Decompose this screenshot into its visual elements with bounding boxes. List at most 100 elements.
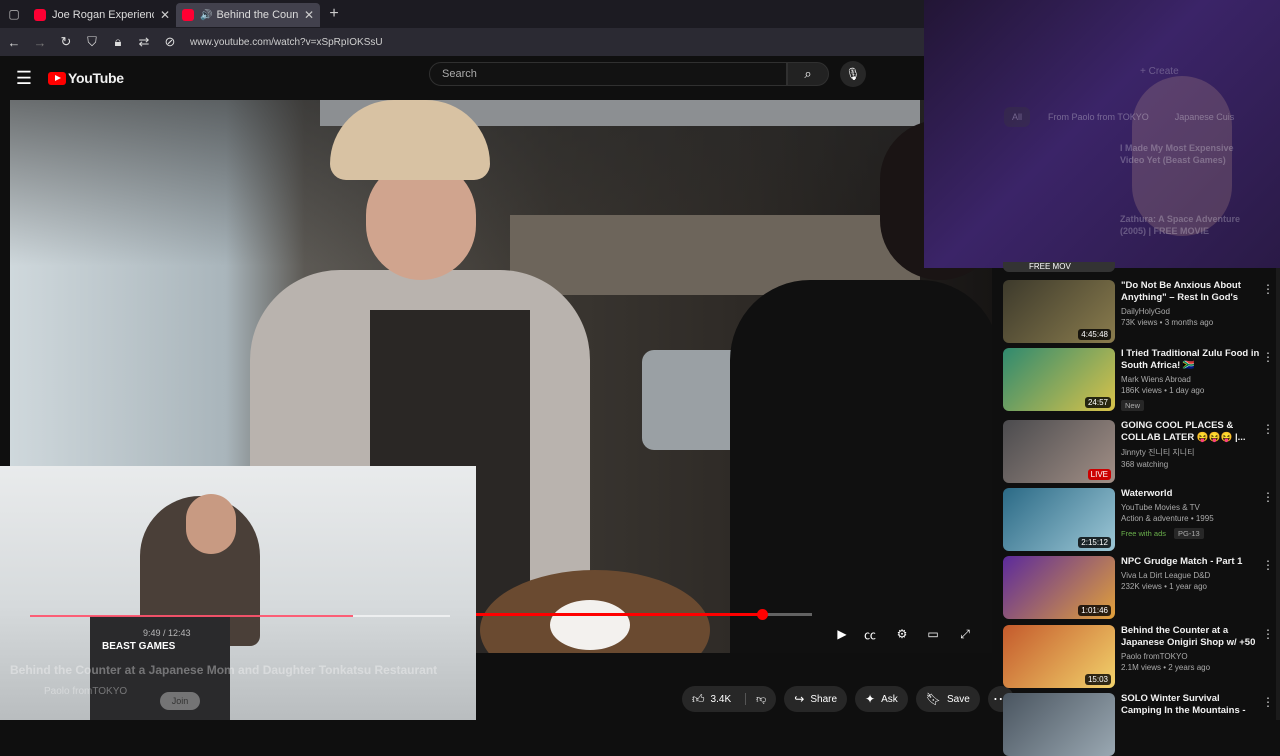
create-button[interactable]: + Create xyxy=(1140,66,1179,77)
duration-badge: 15:03 xyxy=(1084,674,1111,685)
more-options-icon[interactable]: ⋮ xyxy=(1262,558,1274,572)
recommendation-views: Action & adventure • 1995 xyxy=(1121,514,1214,523)
settings-icon[interactable]: ⚙ xyxy=(891,625,913,643)
tracking-icon[interactable]: ⊘ xyxy=(158,30,182,54)
miniplayer-progress-fill xyxy=(30,615,354,617)
youtube-favicon-icon xyxy=(34,9,46,21)
new-tab-button[interactable]: + xyxy=(320,5,348,23)
youtube-logo[interactable]: YouTube xyxy=(48,70,124,86)
url-bar[interactable]: www.youtube.com/watch?v=xSpRpIOKSsU xyxy=(190,37,383,48)
chip-from-channel[interactable]: From Paolo from TOKYO xyxy=(1040,107,1157,127)
save-button[interactable]: 🔖︎ Save xyxy=(915,686,980,712)
tab-behind-the-counter[interactable]: 🔊 Behind the Counter at a Jap ✕ xyxy=(176,3,320,27)
like-button[interactable]: 👍︎ 3.4K 👎︎ xyxy=(682,686,777,712)
thumbs-down-icon[interactable]: 👎︎ xyxy=(745,693,766,705)
theater-icon[interactable]: ▭ xyxy=(922,625,944,643)
more-options-icon[interactable]: ⋮ xyxy=(1262,627,1274,641)
recommendation-channel[interactable]: Mark Wiens Abroad xyxy=(1121,375,1261,384)
sparkle-icon: ✦ xyxy=(865,692,876,706)
speaker-icon[interactable]: 🔊 xyxy=(200,10,212,21)
video-thumbnail[interactable]: 4:45:48 xyxy=(1003,280,1115,343)
share-button[interactable]: ↪ Share xyxy=(784,686,848,712)
chip-all[interactable]: All xyxy=(1004,107,1031,127)
recommendation-item[interactable]: 24:57 I Tried Traditional Zulu Food in So… xyxy=(1003,348,1275,413)
shield-icon[interactable]: ⛉ xyxy=(80,30,104,54)
duration-badge: 24:57 xyxy=(1084,397,1111,408)
recommendation-title[interactable]: GOING COOL PLACES & COLLAB LATER 😝😝😝 |..… xyxy=(1121,420,1261,444)
video-thumbnail[interactable] xyxy=(1003,693,1115,756)
recommendation-views: 186K views • 1 day ago xyxy=(1121,386,1205,395)
share-icon: ↪ xyxy=(794,692,805,706)
miniplayer[interactable]: BEAST GAMES 9:49 / 12:43 Behind the Coun… xyxy=(0,466,476,720)
video-thumbnail[interactable]: 15:03 xyxy=(1003,625,1115,688)
join-button[interactable]: Join xyxy=(160,692,200,710)
ask-button[interactable]: ✦ Ask xyxy=(855,686,908,712)
recommendation-title[interactable]: "Do Not Be Anxious About Anything" – Res… xyxy=(1121,280,1261,304)
save-label: Save xyxy=(947,693,970,705)
microphone-icon[interactable]: 🎙︎ xyxy=(840,61,866,87)
fullscreen-icon[interactable]: ⤢ xyxy=(954,625,976,643)
recommendation-meta: NPC Grudge Match - Part 1 Viva La Dirt Le… xyxy=(1121,556,1261,619)
more-options-icon[interactable]: ⋮ xyxy=(1262,350,1274,364)
recommendation-meta: Behind the Counter at a Japanese Onigiri… xyxy=(1121,625,1261,688)
close-tab-icon[interactable]: ✕ xyxy=(304,8,314,22)
browser-navbar: ← → ↻ ⛉ 🔒︎ ⇄ ⊘ www.youtube.com/watch?v=x… xyxy=(0,28,924,56)
recommendation-title[interactable]: Waterworld xyxy=(1121,488,1261,500)
video-thumbnail[interactable]: 2:15:12 xyxy=(1003,488,1115,551)
filter-chips: All From Paolo from TOKYO Japanese Cuis xyxy=(1004,107,1252,127)
recommendation-title[interactable]: SOLO Winter Survival Camping In the Moun… xyxy=(1121,693,1261,717)
recommendation-channel[interactable]: Viva La Dirt League D&D xyxy=(1121,571,1261,580)
more-options-icon[interactable]: ⋮ xyxy=(1262,282,1274,296)
recommendation-item[interactable]: 4:45:48 "Do Not Be Anxious About Anything… xyxy=(1003,280,1275,343)
tab-title: Behind the Counter at a Jap xyxy=(216,9,298,21)
like-count: 3.4K xyxy=(710,693,732,705)
video-thumbnail[interactable]: 1:01:46 xyxy=(1003,556,1115,619)
partial-thumbnail-label: FREE MOV xyxy=(1003,262,1115,272)
recommendation-channel[interactable]: Jinnyty 진니티 지니티 xyxy=(1121,447,1261,458)
recommendation-meta: Waterworld YouTube Movies & TV Action & ad… xyxy=(1121,488,1261,551)
lock-icon[interactable]: 🔒︎ xyxy=(106,30,130,54)
more-options-icon[interactable]: ⋮ xyxy=(1262,490,1274,504)
recommendation-meta: "Do Not Be Anxious About Anything" – Res… xyxy=(1121,280,1261,343)
forward-icon[interactable]: → xyxy=(28,30,52,54)
permissions-icon[interactable]: ⇄ xyxy=(132,30,156,54)
tab-joe-rogan[interactable]: Joe Rogan Experience #2440 - M ✕ xyxy=(28,3,176,27)
speaker-face xyxy=(186,494,236,554)
close-tab-icon[interactable]: ✕ xyxy=(160,8,170,22)
recommendation-item[interactable]: 15:03 Behind the Counter at a Japanese On… xyxy=(1003,625,1275,688)
scrollbar[interactable] xyxy=(1276,268,1280,720)
recommendation-item[interactable]: 1:01:46 NPC Grudge Match - Part 1 Viva La … xyxy=(1003,556,1275,619)
recommendation-meta: I Tried Traditional Zulu Food in South A… xyxy=(1121,348,1261,413)
cc-icon[interactable]: ㏄ xyxy=(859,625,881,643)
duration-badge: 4:45:48 xyxy=(1078,329,1111,340)
recommendation-title[interactable]: Behind the Counter at a Japanese Onigiri… xyxy=(1121,625,1261,649)
miniplayer-title: Behind the Counter at a Japanese Mom and… xyxy=(10,663,438,677)
video-progress-fill xyxy=(476,613,762,616)
recommendation-channel[interactable]: DailyHolyGod xyxy=(1121,307,1261,316)
recommendation-item[interactable]: 2:15:12 Waterworld YouTube Movies & TV Acti… xyxy=(1003,488,1275,551)
tab-list-icon[interactable]: ▢ xyxy=(0,0,28,28)
play-icon[interactable]: ▶ xyxy=(831,625,853,643)
chip-japanese[interactable]: Japanese Cuis xyxy=(1167,107,1243,127)
scrubber-handle[interactable] xyxy=(756,609,768,620)
search-input[interactable]: Search xyxy=(429,62,787,86)
back-icon[interactable]: ← xyxy=(2,30,26,54)
recommendation-badge: New xyxy=(1121,400,1145,411)
more-options-icon[interactable]: ⋮ xyxy=(1262,695,1274,709)
more-options-icon[interactable]: ⋮ xyxy=(1262,422,1274,436)
recommendation-title[interactable]: I Tried Traditional Zulu Food in South A… xyxy=(1121,348,1261,372)
video-thumbnail[interactable]: LIVE xyxy=(1003,420,1115,483)
recommendation-item[interactable]: LIVE GOING COOL PLACES & COLLAB LATER 😝😝😝… xyxy=(1003,420,1275,483)
hamburger-menu-icon[interactable]: ☰ xyxy=(0,68,48,89)
reload-icon[interactable]: ↻ xyxy=(54,30,78,54)
save-icon: 🔖︎ xyxy=(925,692,941,706)
recommendation-channel[interactable]: YouTube Movies & TV xyxy=(1121,503,1261,512)
duration-badge: 2:15:12 xyxy=(1078,537,1111,548)
recommendation-item[interactable]: SOLO Winter Survival Camping In the Moun… xyxy=(1003,693,1275,756)
recommendation-views: 368 watching xyxy=(1121,460,1169,469)
search-icon[interactable]: ⌕ xyxy=(787,62,829,86)
miniplayer-channel[interactable]: Paolo fromTOKYO xyxy=(44,686,127,697)
recommendation-title[interactable]: NPC Grudge Match - Part 1 xyxy=(1121,556,1261,568)
video-thumbnail[interactable]: 24:57 xyxy=(1003,348,1115,411)
recommendation-channel[interactable]: Paolo fromTOKYO xyxy=(1121,652,1261,661)
